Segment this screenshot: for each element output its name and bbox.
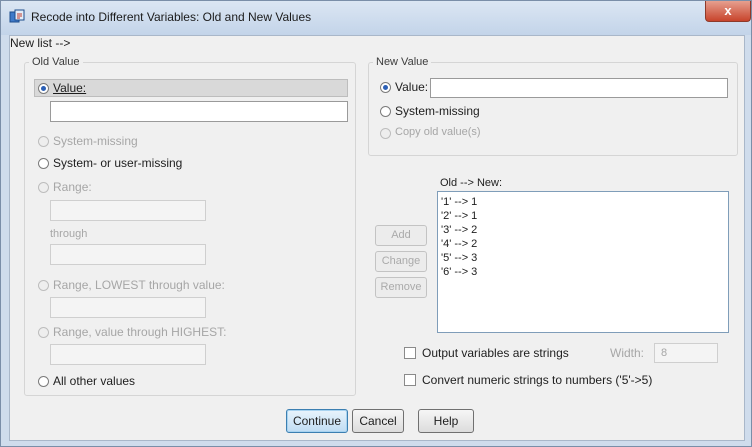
- convert-numeric-checkbox[interactable]: [404, 374, 416, 386]
- title-bar[interactable]: Recode into Different Variables: Old and…: [1, 1, 751, 35]
- window-title: Recode into Different Variables: Old and…: [31, 10, 312, 24]
- help-button[interactable]: Help: [418, 409, 474, 433]
- new-system-missing-label: System-missing: [395, 104, 480, 118]
- new-value-input[interactable]: [430, 78, 728, 98]
- add-button[interactable]: Add: [375, 225, 427, 246]
- old-all-other-radio[interactable]: [38, 376, 49, 387]
- new-value-value-label: Value:: [395, 80, 429, 94]
- mapping-list-label: Old --> New:: [440, 177, 503, 189]
- old-system-missing-label: System-missing: [53, 134, 138, 148]
- convert-numeric-label: Convert numeric strings to numbers ('5'-…: [422, 373, 653, 387]
- list-item[interactable]: '1' --> 1: [438, 195, 728, 209]
- change-button[interactable]: Change: [375, 251, 427, 272]
- old-system-missing-radio[interactable]: [38, 136, 49, 147]
- range-lowest-input[interactable]: [50, 297, 206, 318]
- old-range-radio[interactable]: [38, 182, 49, 193]
- list-item[interactable]: '5' --> 3: [438, 251, 728, 265]
- old-value-value-radio[interactable]: [38, 83, 49, 94]
- old-value-legend: Old Value: [32, 56, 80, 68]
- new-system-missing-radio[interactable]: [380, 106, 391, 117]
- old-range-label: Range:: [53, 180, 92, 194]
- range-highest-input[interactable]: [50, 344, 206, 365]
- continue-button[interactable]: Continue: [286, 409, 348, 433]
- dialog-body: Old Value Value: System-missing System- …: [9, 35, 745, 441]
- old-range-lowest-label: Range, LOWEST through value:: [53, 278, 225, 292]
- list-item[interactable]: '6' --> 3: [438, 265, 728, 279]
- copy-old-value-radio[interactable]: [380, 128, 391, 139]
- new-value-legend: New Value: [376, 56, 429, 68]
- new-value-value-radio[interactable]: [380, 82, 391, 93]
- old-all-other-label: All other values: [53, 374, 136, 388]
- cancel-button[interactable]: Cancel: [352, 409, 404, 433]
- old-value-input[interactable]: [50, 101, 348, 122]
- output-strings-checkbox[interactable]: [404, 347, 416, 359]
- width-input[interactable]: 8: [654, 343, 718, 363]
- recode-app-icon: [9, 9, 25, 23]
- mapping-listbox[interactable]: '1' --> 1 '2' --> 1 '3' --> 2 '4' --> 2 …: [437, 191, 729, 333]
- old-range-lowest-radio[interactable]: [38, 280, 49, 291]
- old-value-value-label: Value:: [53, 81, 87, 95]
- close-icon: x: [724, 3, 732, 18]
- dialog-window: Recode into Different Variables: Old and…: [0, 0, 752, 447]
- width-label: Width:: [610, 346, 645, 360]
- remove-button[interactable]: Remove: [375, 277, 427, 298]
- list-item[interactable]: '2' --> 1: [438, 209, 728, 223]
- range-to-input[interactable]: [50, 244, 206, 265]
- through-label: through: [50, 228, 88, 240]
- output-strings-label: Output variables are strings: [422, 346, 569, 360]
- range-from-input[interactable]: [50, 200, 206, 221]
- old-range-highest-radio[interactable]: [38, 327, 49, 338]
- old-system-user-missing-label: System- or user-missing: [53, 156, 183, 170]
- old-system-user-missing-radio[interactable]: [38, 158, 49, 169]
- close-button[interactable]: x: [705, 1, 751, 22]
- copy-old-value-label: Copy old value(s): [395, 126, 481, 138]
- list-item[interactable]: '4' --> 2: [438, 237, 728, 251]
- list-item[interactable]: '3' --> 2: [438, 223, 728, 237]
- old-range-highest-label: Range, value through HIGHEST:: [53, 325, 227, 339]
